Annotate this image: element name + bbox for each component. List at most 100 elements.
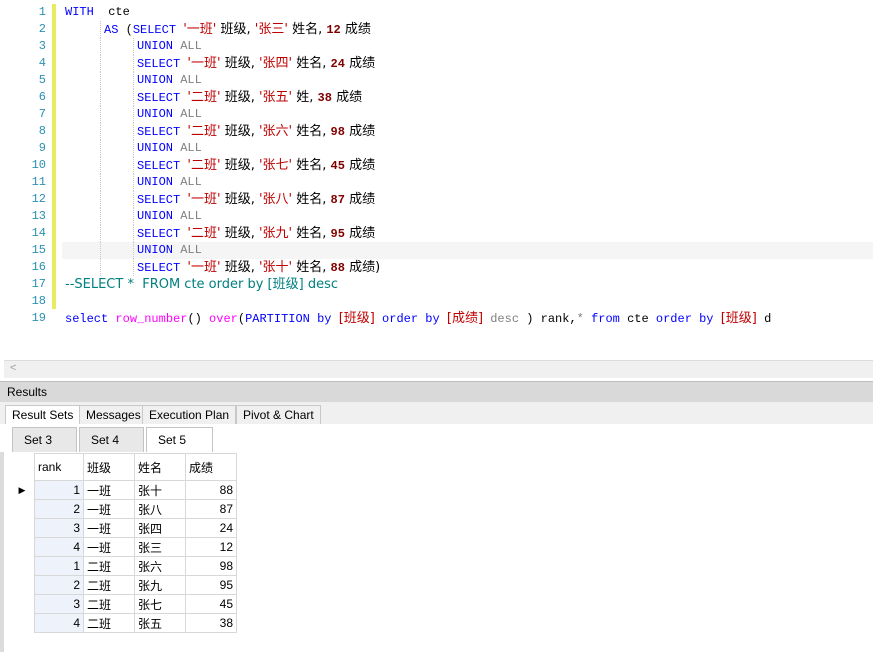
cell-score[interactable]: 12: [185, 537, 237, 557]
row-indicator[interactable]: [10, 500, 35, 519]
line-number: 15: [31, 243, 46, 257]
code-line[interactable]: UNION ALL: [62, 38, 873, 55]
column-header-class[interactable]: 班级: [83, 453, 135, 481]
row-indicator[interactable]: [10, 557, 35, 576]
code-token: 成绩: [344, 192, 376, 207]
code-token: 姓名,: [292, 158, 331, 173]
code-line[interactable]: UNION ALL: [62, 208, 873, 225]
result-grid: rank 班级 姓名 成绩 ▶ 1 一班 张十 88 2 一班 张八 87 3 一班 张四 24 4 一班张…: [10, 453, 237, 633]
tab-set-4[interactable]: Set 4: [79, 427, 144, 452]
table-row[interactable]: 2 二班 张九 95: [10, 575, 237, 595]
column-header-name[interactable]: 姓名: [134, 453, 186, 481]
table-row[interactable]: 3 一班 张四 24: [10, 518, 237, 538]
cell-name[interactable]: 张五: [134, 613, 186, 633]
tab-result-sets[interactable]: Result Sets: [5, 405, 81, 425]
table-row[interactable]: 3 二班 张七 45: [10, 594, 237, 614]
cell-rank[interactable]: 4: [34, 537, 84, 557]
cell-rank[interactable]: 2: [34, 499, 84, 519]
column-header-score[interactable]: 成绩: [185, 453, 237, 481]
code-line[interactable]: SELECT '二班' 班级, '张六' 姓名, 98 成绩: [62, 123, 873, 140]
row-indicator[interactable]: [10, 614, 35, 633]
cell-score[interactable]: 87: [185, 499, 237, 519]
table-row[interactable]: 2 一班 张八 87: [10, 499, 237, 519]
tab-set-5[interactable]: Set 5: [146, 427, 213, 453]
code-token: ALL: [180, 107, 202, 121]
cell-score[interactable]: 88: [185, 480, 237, 500]
row-indicator[interactable]: [10, 576, 35, 595]
code-line[interactable]: UNION ALL: [62, 72, 873, 89]
row-indicator[interactable]: [10, 595, 35, 614]
tab-set-3[interactable]: Set 3: [12, 427, 77, 452]
code-line[interactable]: AS (SELECT '一班' 班级, '张三' 姓名, 12 成绩: [62, 21, 873, 38]
code-token: 班级,: [220, 90, 259, 105]
indent-guide: [100, 208, 101, 225]
cell-name[interactable]: 张四: [134, 518, 186, 538]
current-row-triangle-icon[interactable]: ▶: [10, 481, 35, 500]
cell-rank[interactable]: 4: [34, 613, 84, 633]
code-line[interactable]: UNION ALL: [62, 242, 873, 259]
code-token: (): [187, 312, 210, 326]
cell-name[interactable]: 张八: [134, 499, 186, 519]
cell-score[interactable]: 98: [185, 556, 237, 576]
code-token: 姓名,: [287, 22, 327, 37]
code-token: cte: [93, 5, 130, 19]
code-line[interactable]: SELECT '一班' 班级, '张八' 姓名, 87 成绩: [62, 191, 873, 208]
table-row[interactable]: 4 一班 张三 12: [10, 537, 237, 557]
code-line[interactable]: SELECT '一班' 班级, '张十' 姓名, 88 成绩): [62, 259, 873, 276]
sql-editor[interactable]: 1 2 3 4 5 6 7 8 9 10 11 12 13 14 15 16 17 18 19 WITH cte AS…: [0, 0, 873, 360]
tab-execution-plan[interactable]: Execution Plan: [142, 405, 237, 424]
cell-score[interactable]: 45: [185, 594, 237, 614]
code-line[interactable]: UNION ALL: [62, 140, 873, 157]
cell-rank[interactable]: 2: [34, 575, 84, 595]
row-indicator[interactable]: [10, 538, 35, 557]
cell-rank[interactable]: 3: [34, 518, 84, 538]
cell-class[interactable]: 一班: [83, 518, 135, 538]
cell-name[interactable]: 张九: [134, 575, 186, 595]
cell-name[interactable]: 张七: [134, 594, 186, 614]
cell-class[interactable]: 一班: [83, 537, 135, 557]
chevron-left-icon[interactable]: <: [10, 362, 16, 374]
code-line[interactable]: UNION ALL: [62, 174, 873, 191]
indent-guide: [133, 259, 134, 276]
code-line[interactable]: SELECT '二班' 班级, '张五' 姓, 38 成绩: [62, 89, 873, 106]
cell-score[interactable]: 38: [185, 613, 237, 633]
cell-class[interactable]: 二班: [83, 575, 135, 595]
cell-name[interactable]: 张六: [134, 556, 186, 576]
code-line[interactable]: SELECT '二班' 班级, '张七' 姓名, 45 成绩: [62, 157, 873, 174]
table-row[interactable]: ▶ 1 一班 张十 88: [10, 480, 237, 500]
code-token: 班级,: [220, 192, 259, 207]
line-number: 8: [38, 124, 46, 138]
code-line[interactable]: --SELECT * FROM cte order by [班级] desc: [62, 276, 873, 293]
cell-class[interactable]: 二班: [83, 594, 135, 614]
cell-rank[interactable]: 3: [34, 594, 84, 614]
column-header-rank[interactable]: rank: [34, 453, 84, 481]
cell-name[interactable]: 张十: [134, 480, 186, 500]
code-line[interactable]: SELECT '一班' 班级, '张四' 姓名, 24 成绩: [62, 55, 873, 72]
cell-score[interactable]: 95: [185, 575, 237, 595]
code-line[interactable]: select row_number() over(PARTITION by [班…: [62, 310, 873, 327]
cell-rank[interactable]: 1: [34, 480, 84, 500]
row-indicator[interactable]: [10, 519, 35, 538]
code-token: '二班': [187, 90, 221, 105]
tab-pivot-chart[interactable]: Pivot & Chart: [236, 405, 321, 424]
cell-class[interactable]: 二班: [83, 556, 135, 576]
cell-class[interactable]: 一班: [83, 480, 135, 500]
code-line[interactable]: WITH cte: [62, 4, 873, 21]
cell-class[interactable]: 二班: [83, 613, 135, 633]
cell-score[interactable]: 24: [185, 518, 237, 538]
code-token: 95: [330, 227, 345, 241]
cell-class[interactable]: 一班: [83, 499, 135, 519]
code-line[interactable]: UNION ALL: [62, 106, 873, 123]
code-line[interactable]: SELECT '二班' 班级, '张九' 姓名, 95 成绩: [62, 225, 873, 242]
table-row[interactable]: 1 二班 张六 98: [10, 556, 237, 576]
results-main-tabs: Result Sets Messages Execution Plan Pivo…: [0, 402, 873, 425]
code-token: ALL: [180, 73, 202, 87]
tab-messages[interactable]: Messages: [79, 405, 148, 424]
code-line[interactable]: [62, 293, 873, 310]
cell-name[interactable]: 张三: [134, 537, 186, 557]
editor-horizontal-scrollbar[interactable]: <: [4, 360, 873, 378]
cell-rank[interactable]: 1: [34, 556, 84, 576]
table-row[interactable]: 4 二班 张五 38: [10, 613, 237, 633]
code-area[interactable]: WITH cte AS (SELECT '一班' 班级, '张三' 姓名, 12 …: [62, 4, 873, 344]
indent-guide: [133, 72, 134, 89]
